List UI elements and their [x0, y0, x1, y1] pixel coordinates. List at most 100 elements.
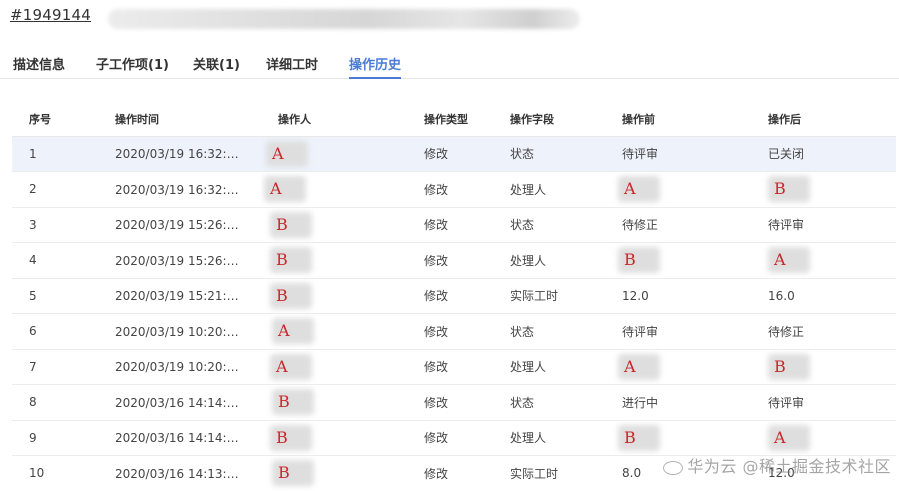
cell-operator: B — [261, 384, 407, 421]
table-row[interactable]: 6 2020/03/19 10:20:0... A 修改 状态 待评审 待修正 — [12, 313, 896, 350]
ticket-title-redacted — [108, 9, 580, 29]
operator-redacted-name: A — [272, 318, 314, 345]
cell-field: 状态 — [493, 384, 605, 421]
no-text: 1 — [29, 146, 37, 161]
before-text: 8.0 — [622, 466, 642, 481]
no-text: 5 — [29, 288, 37, 303]
no-text: 4 — [29, 253, 37, 268]
before-redacted-name: A — [618, 176, 660, 203]
ticket-id-link[interactable]: #1949144 — [10, 6, 91, 24]
cell-no: 9 — [12, 420, 98, 456]
after-text: 待修正 — [768, 324, 805, 339]
before-text: 待评审 — [622, 147, 659, 162]
no-text: 7 — [29, 359, 37, 374]
table-row[interactable]: 1 2020/03/19 16:32:1... A 修改 状态 待评审 已关闭 — [12, 136, 896, 172]
col-header-after[interactable]: 操作后 — [751, 102, 896, 137]
cell-no: 10 — [12, 455, 98, 491]
table-row[interactable]: 5 2020/03/19 15:21:1... B 修改 实际工时 12.0 16.0 — [12, 278, 896, 314]
after-redacted-name: A — [768, 247, 810, 274]
tab-history[interactable]: 操作历史 — [349, 54, 402, 79]
cell-before: 待修正 — [605, 207, 751, 243]
cell-no: 2 — [12, 171, 98, 208]
cell-field: 状态 — [493, 313, 605, 350]
col-header-type[interactable]: 操作类型 — [407, 102, 493, 137]
operator-placeholder-letter: A — [278, 321, 290, 341]
before-placeholder-letter: B — [624, 250, 636, 270]
no-text: 8 — [29, 395, 37, 410]
after-text: 待评审 — [768, 218, 805, 233]
type-text: 修改 — [424, 324, 449, 339]
before-text: 12.0 — [622, 288, 649, 303]
type-text: 修改 — [424, 253, 449, 268]
cell-operator: A — [261, 171, 407, 208]
type-text: 修改 — [424, 360, 449, 375]
cell-operator: B — [261, 455, 407, 491]
field-text: 状态 — [510, 395, 535, 410]
operator-redacted-name: A — [266, 140, 308, 167]
page-header: #1949144 — [0, 0, 899, 40]
before-placeholder-letter: B — [624, 427, 636, 447]
operator-placeholder-letter: A — [272, 143, 284, 163]
cell-after: A — [751, 420, 896, 456]
cell-time: 2020/03/19 15:26:4... — [98, 207, 261, 243]
cell-no: 4 — [12, 242, 98, 279]
cell-before: 待评审 — [605, 313, 751, 350]
table-row[interactable]: 2 2020/03/19 16:32:1... A 修改 处理人 A B — [12, 171, 896, 208]
no-text: 10 — [29, 466, 45, 481]
field-text: 实际工时 — [510, 289, 559, 304]
operator-redacted-name: A — [270, 353, 312, 380]
time-text: 2020/03/19 15:21:1... — [115, 289, 239, 303]
after-text: 16.0 — [768, 288, 795, 303]
cell-before: B — [605, 420, 751, 456]
tab-links[interactable]: 关联(1) — [193, 54, 240, 79]
cell-operator: B — [261, 278, 407, 314]
cell-type: 修改 — [407, 455, 493, 491]
operator-redacted-name: B — [272, 460, 314, 487]
cell-type: 修改 — [407, 278, 493, 314]
table-row[interactable]: 3 2020/03/19 15:26:4... B 修改 状态 待修正 待评审 — [12, 207, 896, 243]
col-header-before[interactable]: 操作前 — [605, 102, 751, 137]
tab-description[interactable]: 描述信息 — [13, 54, 65, 79]
cell-type: 修改 — [407, 313, 493, 350]
time-text: 2020/03/16 14:14:4... — [115, 431, 239, 445]
cell-field: 状态 — [493, 136, 605, 172]
cell-after: 已关闭 — [751, 136, 896, 172]
cell-before: 进行中 — [605, 384, 751, 421]
operator-placeholder-letter: A — [270, 179, 282, 199]
weibo-icon — [663, 460, 684, 475]
operator-redacted-name: B — [270, 282, 312, 309]
operator-placeholder-letter: B — [276, 214, 288, 234]
table-row[interactable]: 9 2020/03/16 14:14:4... B 修改 处理人 B A — [12, 420, 896, 456]
before-placeholder-letter: A — [624, 179, 636, 199]
cell-operator: A — [261, 136, 407, 172]
tab-worklog[interactable]: 详细工时 — [266, 54, 318, 79]
col-header-operator[interactable]: 操作人 — [261, 102, 407, 137]
history-table: 序号 操作时间 操作人 操作类型 操作字段 操作前 操作后 1 2020/03/1… — [12, 102, 896, 491]
after-text: 已关闭 — [768, 147, 805, 162]
cell-after: A — [751, 242, 896, 279]
time-text: 2020/03/16 14:13:1... — [115, 466, 239, 481]
table-row[interactable]: 7 2020/03/19 10:20:0... A 修改 处理人 A B — [12, 349, 896, 385]
field-text: 处理人 — [510, 360, 547, 375]
col-header-no[interactable]: 序号 — [12, 102, 98, 137]
cell-field: 处理人 — [493, 420, 605, 456]
operator-redacted-name: B — [270, 424, 312, 451]
col-header-time[interactable]: 操作时间 — [98, 102, 261, 137]
after-placeholder-letter: A — [774, 250, 786, 270]
operator-placeholder-letter: B — [276, 427, 288, 447]
cell-time: 2020/03/16 14:13:1... — [98, 455, 261, 491]
before-text: 进行中 — [622, 395, 659, 410]
cell-type: 修改 — [407, 242, 493, 279]
cell-time: 2020/03/16 14:14:4... — [98, 384, 261, 421]
type-text: 修改 — [424, 182, 449, 197]
cell-type: 修改 — [407, 207, 493, 243]
operator-placeholder-letter: B — [276, 285, 288, 305]
before-redacted-name: A — [618, 353, 660, 380]
field-text: 状态 — [510, 147, 535, 162]
tab-subtasks[interactable]: 子工作项(1) — [96, 54, 169, 79]
type-text: 修改 — [424, 289, 449, 304]
table-row[interactable]: 8 2020/03/16 14:14:4... B 修改 状态 进行中 待评审 — [12, 384, 896, 421]
cell-after: B — [751, 171, 896, 208]
table-row[interactable]: 4 2020/03/19 15:26:4... B 修改 处理人 B A — [12, 242, 896, 279]
col-header-field[interactable]: 操作字段 — [493, 102, 605, 137]
